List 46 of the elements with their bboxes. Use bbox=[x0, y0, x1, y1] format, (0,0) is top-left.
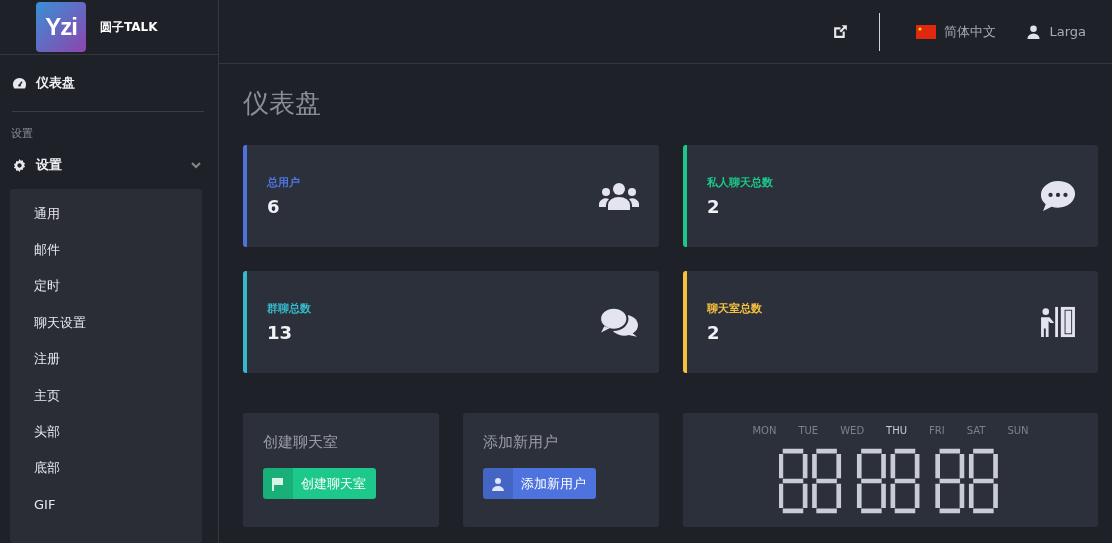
weekday-label: SUN bbox=[1007, 425, 1029, 436]
settings-icon bbox=[12, 158, 27, 173]
brand-name: 圆子TALK bbox=[100, 18, 158, 36]
action-button[interactable]: 添加新用户 bbox=[483, 468, 596, 499]
weekday-label: MON bbox=[752, 425, 777, 436]
submenu-item[interactable]: 邮件 bbox=[34, 231, 202, 269]
weekday-label: THU bbox=[886, 425, 908, 436]
stat-label: 私人聊天总数 bbox=[707, 175, 774, 190]
dashboard-nav-item[interactable]: 仪表盘 bbox=[10, 69, 202, 98]
submenu-item[interactable]: GIF bbox=[34, 486, 202, 523]
submenu-item[interactable]: 头部 bbox=[34, 413, 202, 451]
stat-label: 总用户 bbox=[267, 175, 301, 190]
weekday-label: SAT bbox=[966, 425, 986, 436]
language-selector[interactable]: 简体中文 bbox=[916, 22, 997, 41]
weekday-label: WED bbox=[840, 425, 865, 436]
logo: Yzi bbox=[36, 2, 86, 53]
submenu-item[interactable]: 聊天设置 bbox=[34, 304, 202, 342]
stat-value: 6 bbox=[267, 196, 281, 217]
section-heading: 设置 bbox=[10, 126, 34, 142]
weekday-label: FRI bbox=[929, 425, 945, 436]
flag-icon bbox=[271, 476, 285, 491]
speech-bubble-icon bbox=[1038, 180, 1078, 212]
user-menu[interactable]: Larga bbox=[1026, 24, 1086, 39]
weekday-label: TUE bbox=[798, 425, 819, 436]
stat-value: 2 bbox=[707, 196, 721, 217]
submenu-item[interactable]: 主页 bbox=[34, 377, 202, 414]
speech-bubbles-icon bbox=[599, 306, 639, 338]
page-title: 仪表盘 bbox=[243, 87, 322, 120]
stat-value: 2 bbox=[707, 322, 721, 343]
person-door-icon bbox=[1038, 306, 1078, 338]
card-title: 添加新用户 bbox=[483, 433, 559, 452]
card-title: 创建聊天室 bbox=[263, 433, 339, 452]
external-link-icon[interactable] bbox=[832, 23, 850, 40]
users-icon bbox=[599, 180, 639, 212]
user-icon bbox=[1026, 24, 1042, 39]
settings-nav-item[interactable]: 设置 bbox=[10, 151, 202, 180]
stat-label: 群聊总数 bbox=[267, 301, 312, 316]
submenu-item[interactable]: 定时 bbox=[34, 268, 202, 305]
stat-label: 聊天室总数 bbox=[707, 301, 763, 316]
gauge-icon bbox=[12, 76, 27, 91]
submenu-item[interactable]: 通用 bbox=[34, 195, 202, 232]
user-icon bbox=[491, 476, 505, 491]
submenu-item[interactable]: 底部 bbox=[34, 450, 202, 487]
stat-value: 13 bbox=[267, 322, 294, 343]
flag-icon bbox=[916, 24, 937, 39]
submenu-item[interactable]: 注册 bbox=[34, 341, 202, 378]
